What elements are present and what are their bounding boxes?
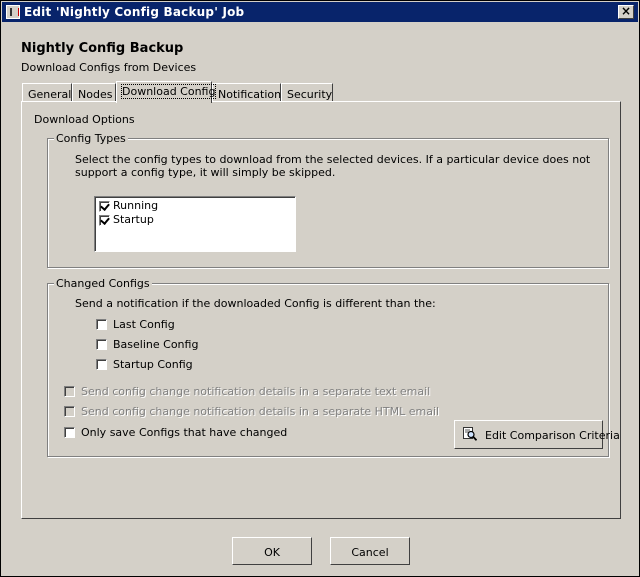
startup-label[interactable]: Startup: [113, 213, 154, 226]
magnifier-icon: [463, 427, 477, 441]
send-text-email-checkbox[interactable]: [64, 386, 75, 397]
tab-download-config[interactable]: Download Config: [116, 81, 217, 103]
title-bar[interactable]: Edit 'Nightly Config Backup' Job ×: [2, 2, 638, 22]
baseline-config-label[interactable]: Baseline Config: [113, 338, 198, 351]
cancel-label: Cancel: [351, 546, 389, 559]
tab-nodes[interactable]: Nodes: [72, 83, 116, 101]
close-button[interactable]: ×: [618, 5, 634, 19]
config-types-list[interactable]: Running Startup: [94, 196, 296, 252]
changed-configs-description: Send a notification if the downloaded Co…: [75, 297, 436, 310]
only-save-changed-checkbox[interactable]: [64, 427, 75, 438]
running-label[interactable]: Running: [113, 199, 158, 212]
baseline-config-checkbox[interactable]: [96, 339, 107, 350]
edit-comparison-criteria-button[interactable]: Edit Comparison Criteria: [454, 420, 620, 449]
send-html-email-label: Send config change notification details …: [81, 405, 440, 418]
only-save-changed-label[interactable]: Only save Configs that have changed: [81, 426, 287, 439]
startup-config-label[interactable]: Startup Config: [113, 358, 193, 371]
send-text-email-label: Send config change notification details …: [81, 385, 431, 398]
ok-label: OK: [264, 546, 280, 559]
startup-checkbox[interactable]: [99, 215, 110, 226]
tab-general[interactable]: General: [22, 83, 72, 101]
ok-button[interactable]: OK: [232, 537, 312, 565]
config-types-label: Config Types: [54, 132, 128, 145]
close-icon: ×: [620, 4, 632, 18]
config-types-description-line1: Select the config types to download from…: [75, 153, 591, 166]
last-config-checkbox[interactable]: [96, 319, 107, 330]
config-types-description-line2: support a config type, it will simply be…: [75, 166, 336, 179]
send-html-email-checkbox[interactable]: [64, 406, 75, 417]
running-checkbox[interactable]: [99, 201, 110, 212]
dialog-window: Edit 'Nightly Config Backup' Job × Night…: [0, 0, 640, 577]
startup-config-checkbox[interactable]: [96, 359, 107, 370]
download-options-title: Download Options: [34, 113, 135, 126]
edit-comparison-criteria-label: Edit Comparison Criteria: [485, 429, 620, 442]
tab-notifications[interactable]: Notifications: [212, 83, 287, 101]
last-config-label[interactable]: Last Config: [113, 318, 175, 331]
tab-security[interactable]: Security: [281, 83, 333, 101]
job-title: Nightly Config Backup: [21, 41, 184, 56]
window-title: Edit 'Nightly Config Backup' Job: [24, 5, 245, 19]
job-subtitle: Download Configs from Devices: [21, 61, 197, 74]
cancel-button[interactable]: Cancel: [330, 537, 410, 565]
app-icon: [6, 5, 20, 19]
changed-configs-label: Changed Configs: [54, 277, 152, 290]
